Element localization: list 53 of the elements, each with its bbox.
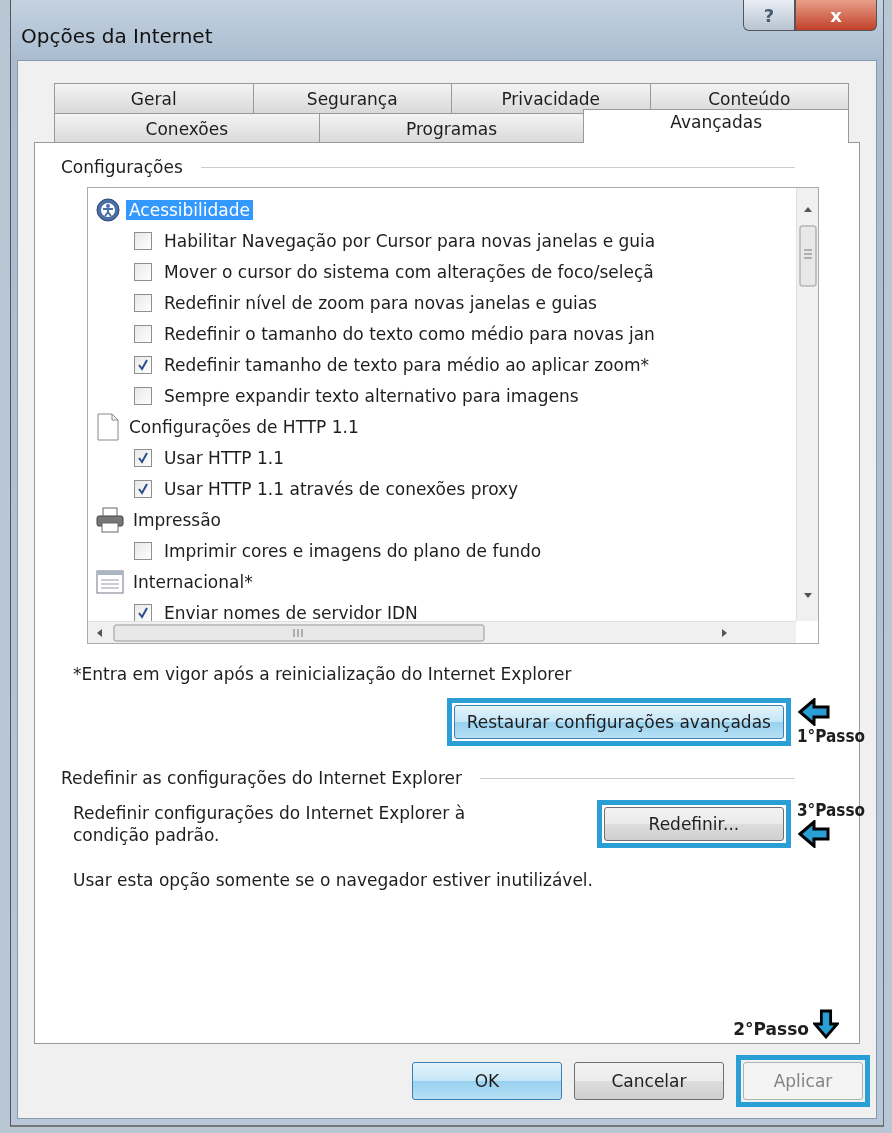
- list-window-icon: [96, 569, 124, 594]
- vertical-scrollbar[interactable]: [796, 188, 818, 621]
- description-text: Redefinir configurações do Internet Explorer à condição padrão.: [73, 801, 467, 847]
- accessibility-icon: [96, 197, 120, 222]
- down-arrow-icon: [813, 1009, 839, 1039]
- option-label: Usar HTTP 1.1: [164, 447, 285, 468]
- option-label: Mover o cursor do sistema com alterações de foco/seleçã: [164, 261, 654, 282]
- group-title: Redefinir as configurações do Internet Explorer: [61, 768, 462, 788]
- checkbox[interactable]: [134, 448, 152, 467]
- help-button[interactable]: ?: [743, 0, 795, 31]
- close-button[interactable]: x: [795, 0, 877, 31]
- tree-category[interactable]: Internacional*: [130, 571, 256, 592]
- dialog-button[interactable]: OK: [412, 1062, 562, 1100]
- restore-advanced-button[interactable]: Restaurar configurações avançadas: [453, 705, 784, 739]
- option-label: Sempre expandir texto alternativo para imagens: [164, 385, 579, 406]
- option-label: Redefinir nível de zoom para novas janelas e guias: [164, 292, 597, 313]
- tab[interactable]: Privacidade: [451, 83, 651, 113]
- checkbox[interactable]: [134, 293, 152, 312]
- tab[interactable]: Conexões: [54, 113, 320, 143]
- window-title: Opções da Internet: [21, 24, 213, 48]
- checkbox[interactable]: [134, 541, 152, 560]
- checkbox[interactable]: [134, 386, 152, 405]
- tab[interactable]: Programas: [318, 113, 585, 143]
- checkbox[interactable]: [134, 262, 152, 281]
- checkbox[interactable]: [134, 231, 152, 250]
- horizontal-scrollbar[interactable]: [88, 621, 796, 643]
- tab[interactable]: Avançadas: [583, 109, 849, 143]
- option-label: Enviar nomes de servidor IDN: [164, 602, 418, 621]
- checkbox[interactable]: [134, 355, 152, 374]
- step-label: 2°Passo: [733, 1019, 809, 1039]
- step-label: 1°Passo: [796, 726, 865, 746]
- tree-category[interactable]: Impressão: [130, 509, 224, 530]
- checkbox[interactable]: [134, 603, 152, 621]
- reset-button[interactable]: Redefinir...: [603, 807, 784, 841]
- left-arrow-icon: [796, 698, 831, 726]
- option-label: Redefinir o tamanho do texto como médio para novas jan: [164, 323, 655, 344]
- dialog-button[interactable]: Cancelar: [574, 1062, 724, 1100]
- option-label: Imprimir cores e imagens do plano de fundo: [164, 540, 542, 561]
- hint-text: Usar esta opção somente se o navegador estiver inutilizável.: [73, 870, 594, 890]
- group-title: Configurações: [61, 157, 183, 177]
- option-label: Habilitar Navegação por Cursor para novas janelas e guia: [164, 230, 656, 251]
- checkbox[interactable]: [134, 324, 152, 343]
- printer-icon: [96, 506, 124, 533]
- document-icon: [96, 412, 120, 441]
- option-label: Redefinir tamanho de texto para médio ao aplicar zoom*: [164, 354, 649, 375]
- step-label: 3°Passo: [796, 800, 865, 820]
- checkbox[interactable]: [134, 479, 152, 498]
- tree-category[interactable]: Configurações de HTTP 1.1: [126, 416, 362, 437]
- tab[interactable]: Geral: [54, 83, 254, 113]
- option-label: Usar HTTP 1.1 através de conexões proxy: [164, 478, 519, 499]
- left-arrow-icon: [796, 820, 831, 848]
- note-text: *Entra em vigor após a reinicialização do Internet Explorer: [73, 664, 573, 684]
- tab[interactable]: Segurança: [252, 83, 452, 113]
